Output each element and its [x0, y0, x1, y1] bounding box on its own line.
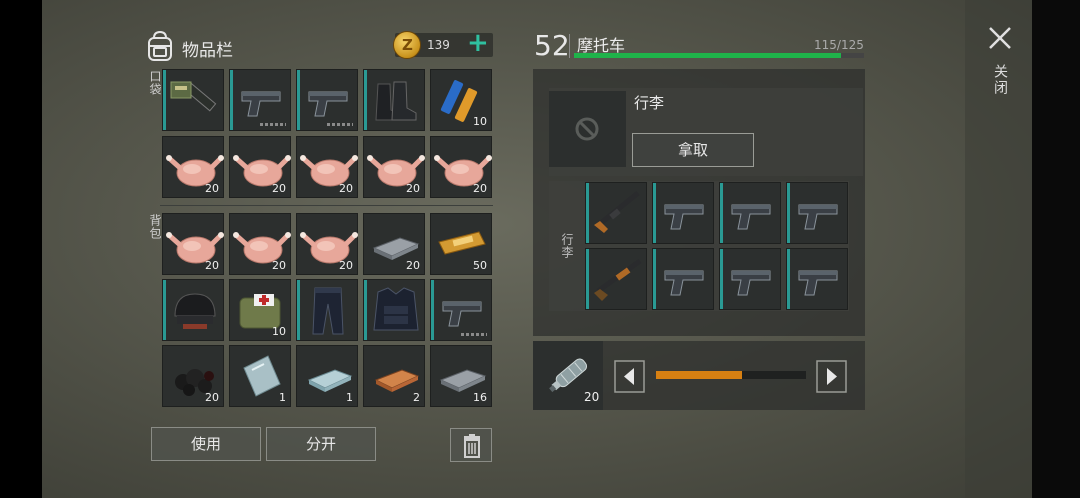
tactical-vest-icon: [373, 287, 419, 331]
backpack-slot[interactable]: 20: [229, 213, 291, 275]
backpack-icon: [148, 30, 172, 61]
item-quantity: 10: [272, 325, 286, 338]
screen-edge-left: [0, 0, 42, 498]
pocket-slot[interactable]: [363, 69, 425, 131]
pocket-slot[interactable]: [162, 69, 224, 131]
backpack-slot[interactable]: 1: [229, 345, 291, 407]
vehicle-level: 52: [534, 29, 570, 62]
close-label[interactable]: 关闭: [990, 64, 1010, 96]
pistol-icon: [664, 270, 704, 296]
coin-icon: [393, 31, 421, 59]
section-divider: [160, 205, 493, 206]
increase-arrow-icon[interactable]: [816, 360, 847, 393]
helmet-icon: [174, 293, 216, 329]
item-quantity: 10: [473, 115, 487, 128]
pocket-slot[interactable]: [229, 69, 291, 131]
capacity-bar: [574, 53, 864, 58]
item-quantity: 20: [473, 182, 487, 195]
item-quantity: 20: [205, 182, 219, 195]
item-quantity: 20: [205, 391, 219, 404]
luggage-slot[interactable]: [719, 248, 781, 310]
coin-amount: 139: [427, 38, 450, 52]
item-quantity: 20: [339, 182, 353, 195]
quantity-slider[interactable]: [656, 371, 806, 379]
backpack-slot[interactable]: [296, 279, 358, 341]
backpack-slot[interactable]: 20: [162, 213, 224, 275]
inventory-title: 物品栏: [182, 41, 233, 61]
backpack-slot[interactable]: 10: [229, 279, 291, 341]
pocket-slot[interactable]: 20: [229, 136, 291, 198]
transfer-qty: 20: [584, 390, 600, 404]
pocket-slot[interactable]: 20: [430, 136, 492, 198]
shotgun-icon: [594, 191, 640, 233]
empty-slot: [549, 91, 626, 167]
prohibited-icon: [575, 117, 599, 141]
item-quantity: 16: [473, 391, 487, 404]
item-quantity: 1: [346, 391, 353, 404]
pistol-icon: [731, 270, 771, 296]
item-quantity: 20: [272, 182, 286, 195]
durability-dots: [461, 333, 487, 336]
split-button[interactable]: 分开: [266, 427, 376, 461]
luggage-slot[interactable]: [786, 248, 848, 310]
screen-edge-right: [1032, 0, 1080, 498]
luggage-slot[interactable]: [719, 182, 781, 244]
header-separator: [569, 34, 570, 58]
pistol-icon: [798, 204, 838, 230]
pocket-slot[interactable]: 20: [162, 136, 224, 198]
take-button[interactable]: 拿取: [632, 133, 754, 167]
item-quantity: 20: [406, 182, 420, 195]
item-quantity: 20: [339, 259, 353, 272]
use-button[interactable]: 使用: [151, 427, 261, 461]
backpack-slot[interactable]: 50: [430, 213, 492, 275]
backpack-slot[interactable]: 1: [296, 345, 358, 407]
pistol-icon: [798, 270, 838, 296]
backpack-slot[interactable]: 2: [363, 345, 425, 407]
backpack-slot[interactable]: 20: [363, 213, 425, 275]
vehicle-capacity: 115/125: [814, 38, 864, 52]
item-quantity: 20: [205, 259, 219, 272]
trash-icon: [464, 434, 480, 458]
luggage-slot[interactable]: [786, 182, 848, 244]
backpack-slot[interactable]: 16: [430, 345, 492, 407]
decrease-arrow-icon[interactable]: [614, 360, 645, 393]
luggage-slot[interactable]: [585, 248, 647, 310]
item-quantity: 2: [413, 391, 420, 404]
durability-dots: [327, 123, 353, 126]
discard-button[interactable]: [450, 428, 492, 462]
pocket-slot[interactable]: 20: [363, 136, 425, 198]
slider-fill: [656, 371, 742, 379]
backpack-slot[interactable]: 20: [162, 345, 224, 407]
stun-baton-icon: [170, 81, 217, 112]
capacity-bar-fill: [574, 53, 841, 58]
luggage-slot[interactable]: [652, 182, 714, 244]
item-quantity: 20: [406, 259, 420, 272]
backpack-slot[interactable]: [363, 279, 425, 341]
pistol-icon: [731, 204, 771, 230]
luggage-slot[interactable]: [652, 248, 714, 310]
backpack-slot[interactable]: [162, 279, 224, 341]
pocket-slot[interactable]: 20: [296, 136, 358, 198]
durability-dots: [260, 123, 286, 126]
pocket-slot[interactable]: [296, 69, 358, 131]
item-quantity: 1: [279, 391, 286, 404]
pistol-icon: [664, 204, 704, 230]
pump-shotgun-icon: [594, 258, 642, 301]
item-quantity: 50: [473, 259, 487, 272]
luggage-side-label: 行李: [560, 233, 574, 259]
inventory-header: 物品栏 139 +: [145, 28, 495, 64]
luggage-slot[interactable]: [585, 182, 647, 244]
backpack-slot[interactable]: 20: [296, 213, 358, 275]
backpack-slot[interactable]: [430, 279, 492, 341]
boots-icon: [375, 81, 417, 121]
item-quantity: 20: [272, 259, 286, 272]
add-coins-button[interactable]: +: [467, 29, 489, 57]
close-icon[interactable]: [986, 24, 1014, 52]
tactical-pants-icon: [312, 287, 344, 335]
pocket-slot[interactable]: 10: [430, 69, 492, 131]
luggage-title: 行李: [634, 94, 665, 112]
